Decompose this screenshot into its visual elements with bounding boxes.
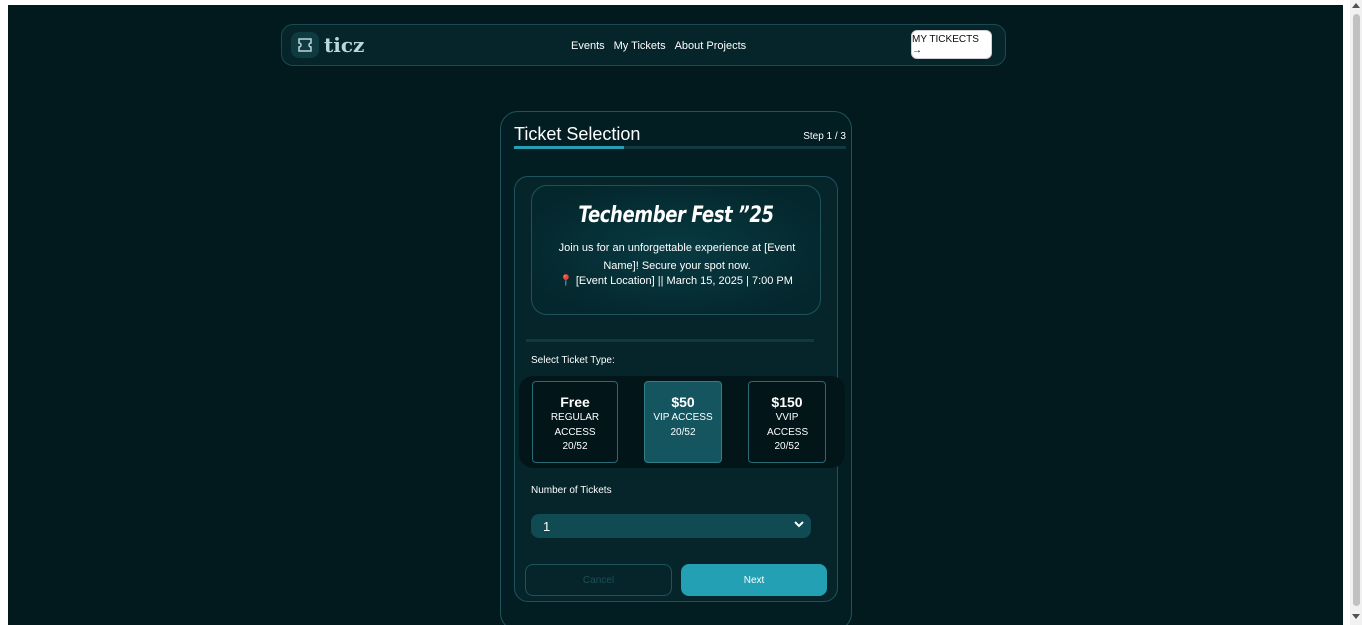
ticket-quantity-value: 1 <box>543 519 551 534</box>
step-indicator: Step 1 / 3 <box>803 131 846 142</box>
top-navbar: ticz Events My Tickets About Projects MY… <box>281 24 1006 66</box>
nav-links: Events My Tickets About Projects <box>571 40 746 52</box>
logo[interactable]: ticz <box>291 32 364 58</box>
event-banner: Techember Fest ”25 Join us for an unforg… <box>531 185 821 315</box>
page: ticz Events My Tickets About Projects MY… <box>8 5 1343 625</box>
ticket-price: $150 <box>771 394 803 410</box>
location-pin-icon: 📍 <box>559 275 573 287</box>
nav-link-about-projects[interactable]: About Projects <box>675 40 747 52</box>
ticket-availability: 20/52 <box>670 426 696 438</box>
ticket-name: REGULAR ACCESS <box>550 412 600 438</box>
ticket-name: VIP ACCESS <box>653 412 713 423</box>
ticket-type-options: Free REGULAR ACCESS 20/52 $50 VIP ACCESS… <box>519 376 845 468</box>
next-button[interactable]: Next <box>681 564 827 596</box>
nav-link-my-tickets[interactable]: My Tickets <box>614 40 666 52</box>
my-tickets-button[interactable]: MY TICKECTS → <box>911 30 992 59</box>
ticket-selection-card: Ticket Selection Step 1 / 3 Techember Fe… <box>500 111 852 625</box>
event-description: Join us for an unforgettable experience … <box>558 242 796 272</box>
event-location-text: [Event Location] || March 15, 2025 | 7:0… <box>575 275 793 287</box>
scroll-down-arrow-icon[interactable] <box>1352 614 1360 619</box>
ticket-quantity-label: Number of Tickets <box>531 485 612 496</box>
nav-link-events[interactable]: Events <box>571 40 605 52</box>
ticket-logo-icon <box>291 32 319 58</box>
ticket-option-vip[interactable]: $50 VIP ACCESS 20/52 <box>644 381 722 463</box>
ticket-option-regular[interactable]: Free REGULAR ACCESS 20/52 <box>532 381 618 463</box>
ticket-price: $50 <box>671 394 695 410</box>
ticket-quantity-select[interactable]: 1 <box>531 514 811 538</box>
event-location: 📍 [Event Location] || March 15, 2025 | 7… <box>532 274 820 287</box>
ticket-availability: 20/52 <box>562 441 588 452</box>
scroll-up-arrow-icon[interactable] <box>1352 3 1360 8</box>
ticket-price: Free <box>560 394 590 410</box>
chevron-down-icon <box>794 521 804 528</box>
page-title: Ticket Selection <box>514 124 641 144</box>
event-title: Techember Fest ”25 <box>578 203 774 228</box>
ticket-option-vvip[interactable]: $150 VVIP ACCESS 20/52 <box>748 381 826 463</box>
scroll-thumb[interactable] <box>1353 14 1360 606</box>
logo-text: ticz <box>324 33 365 57</box>
ticket-type-label: Select Ticket Type: <box>531 355 615 366</box>
cancel-button[interactable]: Cancel <box>525 564 672 596</box>
progress-fill <box>514 146 624 149</box>
ticket-availability: 20/52 <box>774 441 800 452</box>
progress-bar <box>514 146 846 149</box>
scrollbar[interactable] <box>1350 0 1362 625</box>
ticket-name: VVIP ACCESS <box>767 412 809 438</box>
ticket-form: Techember Fest ”25 Join us for an unforg… <box>514 176 845 602</box>
divider <box>526 339 814 342</box>
